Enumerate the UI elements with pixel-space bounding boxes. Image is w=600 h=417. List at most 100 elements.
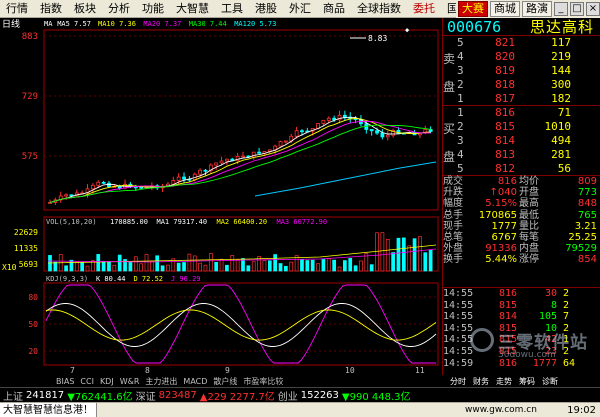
candle [278,141,283,147]
candle [380,132,385,138]
stat-row: 成交 816 均价 809 [443,176,600,187]
stat-label: 现手 [443,220,463,232]
stat-row: 外盘 91336 内盘 79529 [443,243,600,254]
news-ticker[interactable]: 大智慧智慧信息港！ [0,403,97,417]
bid-row[interactable]: 2 815 1010 [443,120,600,134]
stat-label: 均价 [519,176,539,187]
vol-bar [359,260,363,272]
stat-label: 内盘 [519,243,539,255]
stat-value: 25.25 [568,231,597,243]
volume-chart[interactable]: VOL(5,10,20) 170885.00 MA1 79317.40 MA2 664… [0,215,442,273]
level-label: 3 [457,134,464,147]
menu-item[interactable]: 大智慧 [170,0,215,18]
vol-bar [117,254,122,272]
tick-volume: 30 [544,288,557,299]
price-axis-label: 575 [22,152,38,162]
vol-bar [418,236,422,272]
menu-item[interactable]: 分析 [102,0,136,18]
vol-bar [85,265,90,272]
stat-label: 总手 [443,209,463,221]
menu-item[interactable]: 全球指数 [351,0,407,18]
brand-button[interactable]: 大赛 [458,1,488,17]
site-url[interactable]: www.gw.com.cn [465,403,537,417]
candle [241,155,245,158]
vol-bar [332,259,336,272]
menu-item[interactable]: 港股 [249,0,283,18]
app-window: 行情指数板块分析功能大智慧工具港股外汇商品全球指数委托国海证券 大赛 商城 路演… [0,0,600,417]
bid-row[interactable]: 4 813 281 [443,148,600,162]
clock: 19:02 [567,405,596,416]
store-button[interactable]: 商城 [490,1,520,17]
level-price: 817 [495,92,515,105]
menu-item[interactable]: 外汇 [283,0,317,18]
ask-row[interactable]: 4 820 219 [443,50,600,64]
bid-row[interactable]: 1 816 71 [443,106,600,120]
ask-row[interactable]: 5 821 117 [443,36,600,50]
indicator-tab[interactable]: KDJ [100,377,114,386]
menu-item[interactable]: 商品 [317,0,351,18]
vol-legend-label: MA3 60772.90 [277,218,328,226]
vol-bar [246,265,251,272]
ma-legend-label: MA120 5.73 [234,20,276,28]
tick-time: 14:55 [443,288,474,299]
tick-price: 815 [498,299,517,311]
indicator-tab[interactable]: CCI [80,377,94,386]
level-label: 4 [457,148,464,161]
menu-item[interactable]: 工具 [215,0,249,18]
indicator-tab[interactable]: BIAS [56,377,74,386]
right-tab[interactable]: 走势 [496,376,512,387]
indicator-tab[interactable]: 市盈率比较 [243,376,283,387]
right-tab[interactable]: 诊断 [542,376,558,387]
ma-legend-label: MA20 7.37 [143,20,181,28]
right-tab[interactable]: 财务 [473,376,489,387]
vol-bar [251,261,256,272]
bid-row[interactable]: 5 812 56 [443,162,600,176]
indicator-tab[interactable]: 散户线 [213,376,237,387]
menu-item[interactable]: 功能 [136,0,170,18]
level-label: 1 [457,92,464,105]
period-label: 日线 [2,18,20,30]
kline-chart[interactable]: 日线 MA MA5 7.57 MA10 7.36 MA20 7.37 MA30 7.44 M… [0,18,442,215]
tick-row: 14:55 815 42 1 [443,334,600,346]
vol-legend-label: MA1 79317.40 [157,218,208,226]
kdj-x-label: 9 [225,366,230,375]
vol-bar [385,238,390,272]
stat-value: 848 [577,198,597,210]
stat-row: 现手 1777 量比 3.21 [443,221,600,232]
stat-label: 总笔 [443,231,463,243]
tick-list[interactable]: 14:55 816 30 2 14:55 815 8 2 14:55 814 105 7 14:55 81… [443,288,600,371]
vol-bar [198,262,202,272]
ask-row[interactable]: 1 817 182 [443,92,600,106]
menu-item[interactable]: 行情 [0,0,34,18]
close-icon[interactable]: × [586,2,600,16]
right-tab[interactable]: 分时 [450,376,466,387]
ask-row[interactable]: 3 819 144 [443,64,600,78]
level-price: 819 [495,64,515,77]
kdj-x-label: 8 [145,366,150,375]
menu-item[interactable]: 委托 [407,0,441,18]
kdj-chart[interactable]: KDJ(9,3,3) K 80.44 D 72.52 J 96.29 80 50 20 7 8 9… [0,273,442,375]
stat-value: 79529 [565,243,597,255]
candle [225,158,229,162]
candle [64,194,68,197]
restore-icon[interactable]: □ [570,2,584,16]
bid-book: 1 816 71 2 815 1010 3 814 494 4 813 281 5 812 56 买盘 [443,106,600,176]
roadshow-button[interactable]: 路演 [522,1,552,17]
bid-row[interactable]: 3 814 494 [443,134,600,148]
candle [214,162,219,166]
right-tab[interactable]: 筹码 [519,376,535,387]
kdj-x-label: 11 [415,366,425,375]
level-volume: 300 [551,78,571,91]
vol-bar [69,259,74,272]
indicator-tab[interactable]: MACD [183,377,207,386]
vol-legend-label: 170885.00 [110,218,148,226]
menu-item[interactable]: 指数 [34,0,68,18]
menu-item[interactable]: 板块 [68,0,102,18]
indicator-tab[interactable]: 主力进出 [145,376,177,387]
high-price-mark: 8.83 [368,34,387,43]
candle [257,151,261,154]
ask-row[interactable]: 2 818 300 [443,78,600,92]
indicator-tab[interactable]: W&R [120,377,140,386]
vol-bar [235,259,240,272]
minimize-icon[interactable]: _ [554,2,568,16]
